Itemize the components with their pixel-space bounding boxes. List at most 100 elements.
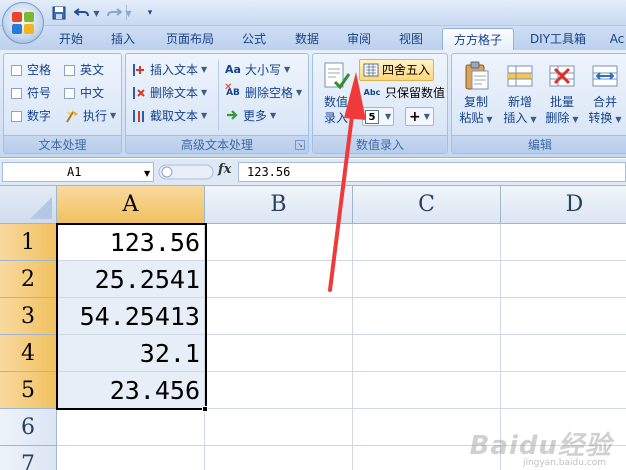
checkbox-box[interactable] [64, 87, 75, 99]
tab-insert[interactable]: 插入 [102, 28, 144, 50]
cell-b7[interactable] [205, 446, 353, 470]
tab-data[interactable]: 数据 [286, 28, 328, 50]
checkbox-label: 空格 [27, 63, 52, 77]
cell-d1[interactable] [501, 224, 626, 261]
cell-a6[interactable] [57, 409, 205, 446]
cell-c5[interactable] [353, 372, 501, 409]
row-header-6[interactable]: 6 [0, 409, 57, 446]
tab-diy-toolbox[interactable]: DIY工具箱 [522, 28, 594, 50]
row-header-7[interactable]: 7 [0, 446, 57, 470]
merge-convert-icon [589, 60, 621, 92]
add-dropdown-button[interactable]: + ▼ [405, 107, 434, 126]
select-all-icon [30, 197, 52, 219]
checkbox-space[interactable]: 空格 [11, 60, 51, 80]
checkbox-number[interactable]: 数字 [11, 106, 51, 126]
worksheet-grid[interactable]: A B C D 1 2 3 4 5 6 7 123.56 25.2541 54.… [0, 186, 626, 470]
numeric-entry-button[interactable]: 数值 录入 [317, 60, 355, 126]
redo-icon[interactable]: ▼ [104, 3, 134, 23]
cell-b4[interactable] [205, 335, 353, 372]
row-header-3[interactable]: 3 [0, 298, 57, 335]
checkbox-box[interactable] [11, 87, 22, 99]
chevron-down-icon[interactable]: ▼ [144, 169, 150, 178]
round-button[interactable]: 四舍五入 [359, 59, 435, 81]
undo-dropdown-icon[interactable]: ▼ [93, 9, 99, 18]
insert-function-icon[interactable]: fx [218, 162, 231, 177]
select-all-button[interactable] [0, 186, 57, 224]
tab-formulas[interactable]: 公式 [234, 28, 274, 50]
checkbox-label: 中文 [80, 86, 105, 100]
cell-b6[interactable] [205, 409, 353, 446]
execute-icon [64, 108, 80, 124]
cell-a2[interactable]: 25.2541 [57, 261, 205, 298]
cell-c1[interactable] [353, 224, 501, 261]
ribbon-tab-bar: 开始 插入 页面布局 公式 数据 审阅 视图 方方格子 DIY工具箱 Ac [0, 26, 626, 50]
undo-icon[interactable]: ▼ [72, 3, 102, 23]
checkbox-label: 符号 [27, 86, 52, 100]
cell-c3[interactable] [353, 298, 501, 335]
dialog-launcher-icon[interactable]: ↘ [295, 140, 305, 150]
row-header-5[interactable]: 5 [0, 372, 57, 409]
cell-b3[interactable] [205, 298, 353, 335]
delete-spaces-button[interactable]: ✕ AB 删除空格 ▼ [224, 82, 303, 103]
column-header-a[interactable]: A [57, 186, 205, 224]
formula-input[interactable]: 123.56 [238, 162, 626, 182]
keep-value-button[interactable]: Abc 只保留数值 [362, 83, 445, 103]
more-label: 更多 [243, 109, 268, 123]
add-insert-button[interactable]: 新增 插入 ▼ [500, 60, 540, 128]
cell-c2[interactable] [353, 261, 501, 298]
column-header-c[interactable]: C [353, 186, 501, 224]
tab-add-ins[interactable]: Ac [604, 28, 626, 50]
column-header-d[interactable]: D [501, 186, 626, 224]
cell-a1[interactable]: 123.56 [57, 224, 205, 261]
merge-convert-button[interactable]: 合并 转换 ▼ [584, 60, 626, 128]
execute-button[interactable]: 执行 ▼ [64, 106, 116, 126]
checkbox-chinese[interactable]: 中文 [64, 83, 104, 103]
cell-d5[interactable] [501, 372, 626, 409]
cell-c4[interactable] [353, 335, 501, 372]
watermark-logo: Baidu经验 [469, 431, 612, 461]
cell-d3[interactable] [501, 298, 626, 335]
tab-review[interactable]: 审阅 [338, 28, 380, 50]
cell-d2[interactable] [501, 261, 626, 298]
more-button[interactable]: 更多 ▼ [224, 106, 276, 126]
cell-d4[interactable] [501, 335, 626, 372]
row-header-2[interactable]: 2 [0, 261, 57, 298]
save-icon[interactable] [50, 3, 68, 23]
redo-dropdown-icon[interactable]: ▼ [125, 9, 131, 18]
tab-fangfang-gezi[interactable]: 方方格子 [442, 28, 514, 50]
case-button[interactable]: Aa 大小写 ▼ [224, 60, 290, 80]
customize-qat-icon[interactable]: ▾ [142, 3, 158, 23]
checkbox-english[interactable]: 英文 [64, 60, 104, 80]
cell-a3[interactable]: 54.25413 [57, 298, 205, 335]
checkbox-box[interactable] [11, 64, 22, 76]
checkbox-symbol[interactable]: 符号 [11, 83, 51, 103]
cell-b2[interactable] [205, 261, 353, 298]
copy-paste-button[interactable]: 复制 粘贴 ▼ [456, 60, 496, 128]
row-header-1[interactable]: 1 [0, 224, 57, 261]
tab-view[interactable]: 视图 [390, 28, 432, 50]
insert-text-button[interactable]: 插入文本 ▼ [131, 60, 207, 80]
delete-text-button[interactable]: 删除文本 ▼ [131, 83, 207, 103]
cell-b1[interactable] [205, 224, 353, 261]
extract-text-button[interactable]: 截取文本 ▼ [131, 106, 207, 126]
group-label: 数值录入 [313, 135, 447, 153]
cell-b5[interactable] [205, 372, 353, 409]
plus-icon: + [409, 108, 421, 125]
cell-a5[interactable]: 23.456 [57, 372, 205, 409]
tab-page-layout[interactable]: 页面布局 [158, 28, 222, 50]
batch-delete-button[interactable]: 批量 删除 ▼ [542, 60, 582, 128]
chevron-down-icon: ▼ [296, 88, 303, 97]
column-header-b[interactable]: B [205, 186, 353, 224]
number-format-dropdown[interactable]: 5 ▼ [362, 107, 395, 126]
name-box[interactable]: A1 [2, 162, 154, 182]
group-advanced-text: 插入文本 ▼ 删除文本 ▼ 截取文本 ▼ Aa 大小写 ▼ ✕ AB 删除空格 ▼ 更多 ▼ [125, 53, 309, 154]
checkbox-box[interactable] [64, 64, 75, 76]
office-button[interactable] [2, 2, 44, 44]
row-header-4[interactable]: 4 [0, 335, 57, 372]
fill-handle[interactable] [202, 406, 208, 412]
cell-a4[interactable]: 32.1 [57, 335, 205, 372]
tab-home[interactable]: 开始 [50, 28, 92, 50]
checkbox-box[interactable] [11, 110, 22, 122]
cell-a7[interactable] [57, 446, 205, 470]
insert-text-label: 插入文本 [150, 63, 199, 77]
